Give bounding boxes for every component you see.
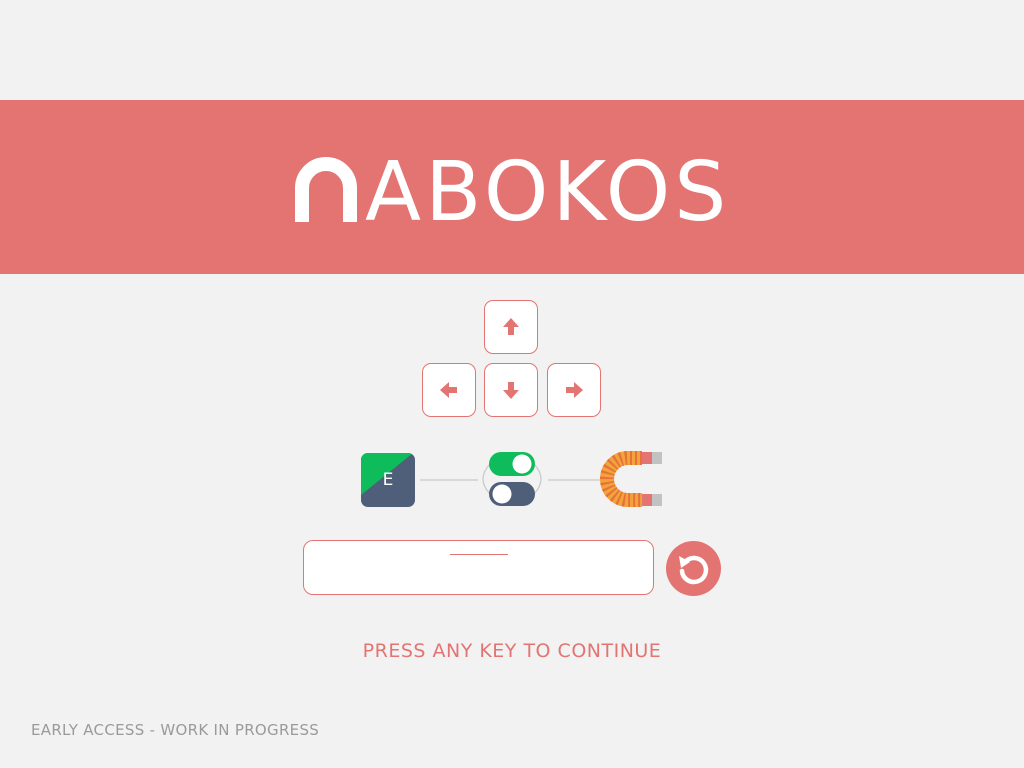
arrow-right-icon <box>566 382 583 398</box>
arrow-down-key[interactable] <box>484 363 538 417</box>
early-access-label: EARLY ACCESS - WORK IN PROGRESS <box>31 721 320 739</box>
e-key-label: E <box>382 470 394 490</box>
arrow-right-key[interactable] <box>547 363 601 417</box>
arrow-up-key[interactable] <box>484 300 538 354</box>
toggle-off[interactable] <box>489 482 535 506</box>
toggle-switches[interactable] <box>474 448 550 510</box>
game-logo: ABOKOS <box>295 145 730 240</box>
arrow-left-key[interactable] <box>422 363 476 417</box>
logo-text: ABOKOS <box>365 145 730 240</box>
magnet-icon <box>600 451 662 507</box>
connector-line-left <box>420 479 478 481</box>
arrow-down-icon <box>503 382 519 399</box>
arrow-left-icon <box>440 382 457 398</box>
e-key[interactable]: E <box>361 453 415 507</box>
reset-button[interactable] <box>666 541 721 596</box>
arrow-up-icon <box>503 318 519 335</box>
undo-icon <box>679 555 709 585</box>
text-caret <box>450 554 508 555</box>
title-banner: ABOKOS <box>0 100 1024 274</box>
toggle-on[interactable] <box>489 452 535 476</box>
connector-line-right <box>548 479 600 481</box>
name-input[interactable] <box>303 540 654 595</box>
continue-prompt: PRESS ANY KEY TO CONTINUE <box>362 640 662 662</box>
